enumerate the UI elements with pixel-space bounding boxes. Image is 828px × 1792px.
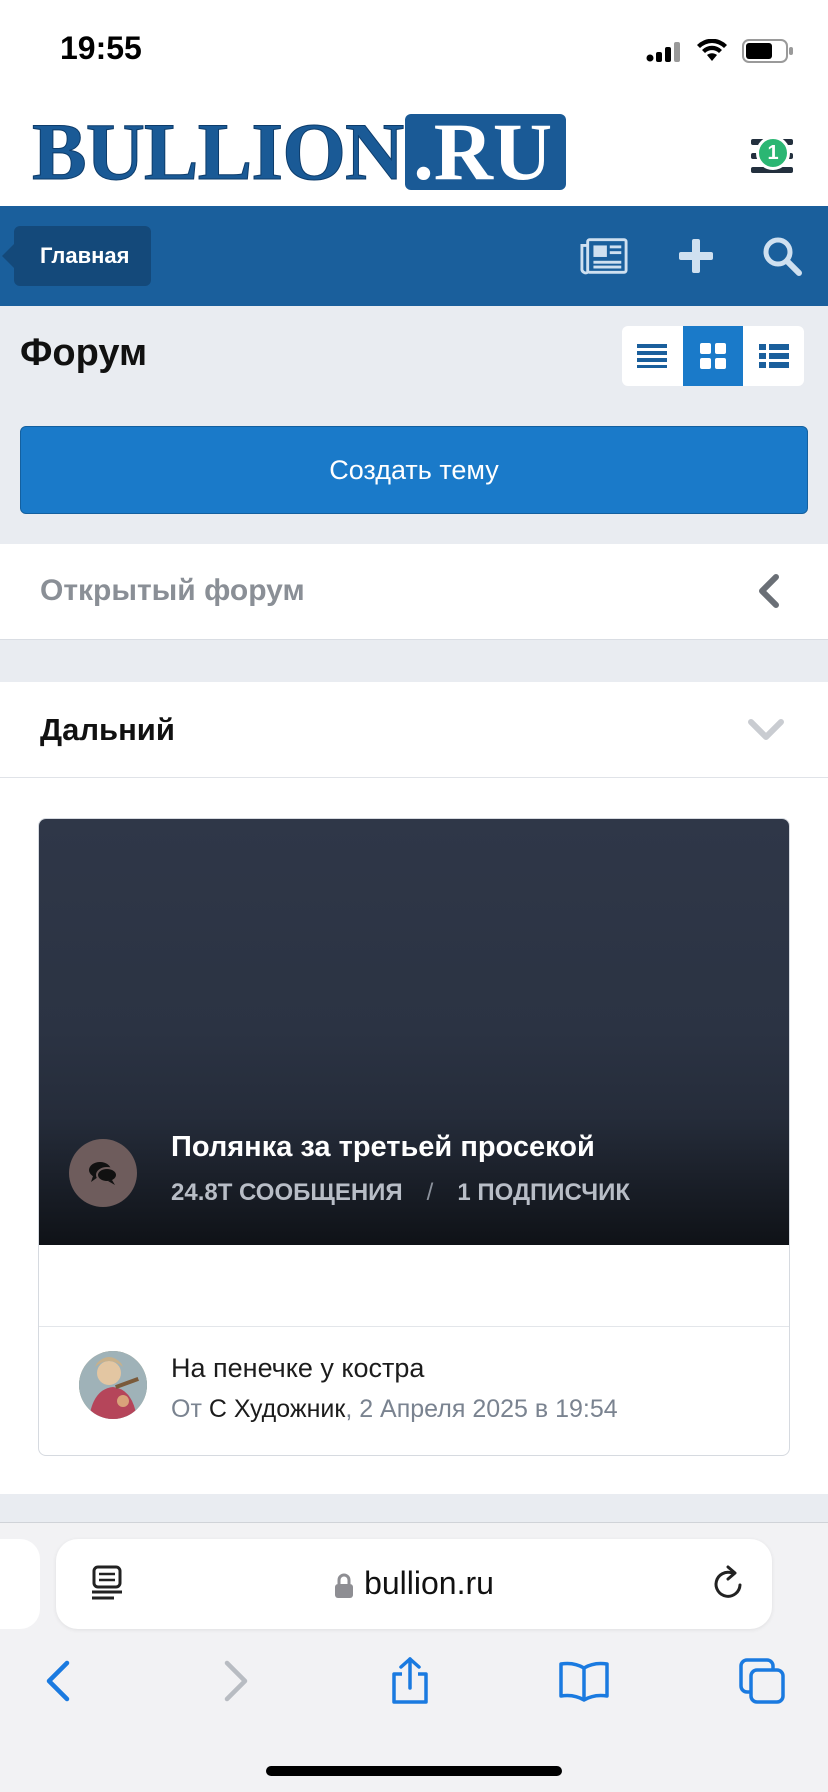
forum-title[interactable]: Полянка за третьей просекой — [171, 1131, 595, 1164]
stats-separator: / — [426, 1179, 434, 1206]
last-post[interactable]: На пенечке у костра От С Художник, 2 Апр… — [39, 1327, 789, 1455]
section-far[interactable]: Дальний — [0, 682, 828, 778]
search-icon[interactable] — [758, 234, 806, 278]
last-post-title[interactable]: На пенечке у костра — [171, 1353, 424, 1384]
last-post-by: От — [171, 1395, 202, 1423]
forum-card-hero[interactable]: Полянка за третьей просекой 24.8Т СООБЩЕ… — [39, 819, 789, 1245]
page-title: Форум — [20, 332, 148, 374]
detailed-list-view-button[interactable] — [743, 326, 804, 386]
lock-icon — [335, 1573, 354, 1598]
url-display: bullion.ru — [56, 1565, 772, 1602]
home-indicator — [266, 1766, 562, 1776]
logo-suffix-text: .RU — [405, 111, 567, 193]
back-icon[interactable] — [30, 1653, 86, 1709]
forward-icon[interactable] — [208, 1653, 264, 1709]
status-icons — [646, 36, 794, 66]
grid-view-button[interactable] — [682, 326, 744, 386]
previous-tab-peek[interactable] — [0, 1539, 40, 1629]
site-header: BULLION .RU 1 — [0, 100, 828, 206]
page-title-row: Форум — [0, 306, 828, 406]
news-icon[interactable] — [580, 234, 628, 278]
section-open-forum[interactable]: Открытый форум — [0, 544, 828, 640]
logo-main-text: BULLION — [31, 106, 404, 197]
browser-chrome: bullion.ru — [0, 1522, 828, 1792]
nav-bar: Главная — [0, 206, 828, 306]
last-post-author[interactable]: С Художник — [209, 1395, 345, 1423]
site-logo[interactable]: BULLION .RU — [31, 106, 567, 197]
url-text: bullion.ru — [364, 1565, 494, 1601]
forum-category-block: Дальний Полянка за третьей просекой 24.8… — [0, 682, 828, 1494]
create-topic-button[interactable]: Создать тему — [20, 426, 808, 514]
forum-card[interactable]: Полянка за третьей просекой 24.8Т СООБЩЕ… — [38, 818, 790, 1456]
last-post-date: , 2 Апреля 2025 в 19:54 — [345, 1395, 618, 1423]
bookmarks-icon[interactable] — [556, 1653, 612, 1709]
address-bar[interactable]: bullion.ru — [56, 1539, 772, 1629]
battery-icon — [742, 39, 793, 63]
forum-messages-count: 24.8Т СООБЩЕНИЯ — [171, 1179, 403, 1206]
cellular-signal-icon — [646, 42, 680, 62]
grid-view-icon — [700, 343, 726, 369]
section-open-forum-label: Открытый форум — [40, 574, 305, 607]
chevron-down-icon[interactable] — [748, 718, 784, 747]
forum-stats: 24.8Т СООБЩЕНИЯ / 1 ПОДПИСЧИК — [171, 1179, 630, 1207]
wifi-icon — [697, 39, 727, 61]
tabs-icon[interactable] — [734, 1653, 790, 1709]
forum-card-description-area — [39, 1245, 789, 1327]
section-far-label: Дальний — [40, 712, 175, 747]
breadcrumb-home[interactable]: Главная — [1, 226, 152, 286]
forum-chat-icon — [69, 1139, 137, 1207]
forum-followers-count: 1 ПОДПИСЧИК — [457, 1179, 631, 1206]
last-post-meta: От С Художник, 2 Апреля 2025 в 19:54 — [171, 1395, 618, 1424]
chevron-left-icon[interactable] — [756, 574, 780, 613]
share-icon[interactable] — [382, 1653, 438, 1709]
list-view-icon — [637, 344, 668, 368]
reload-icon[interactable] — [712, 1565, 746, 1606]
avatar[interactable] — [79, 1351, 147, 1419]
status-bar: 19:55 — [0, 0, 828, 100]
detailed-list-icon — [758, 344, 789, 368]
list-view-button[interactable] — [622, 326, 683, 386]
plus-icon[interactable] — [672, 234, 720, 278]
status-time: 19:55 — [60, 30, 142, 66]
hamburger-menu-button[interactable]: 1 — [744, 128, 800, 184]
view-toggle — [622, 326, 804, 386]
notification-badge: 1 — [756, 136, 790, 170]
